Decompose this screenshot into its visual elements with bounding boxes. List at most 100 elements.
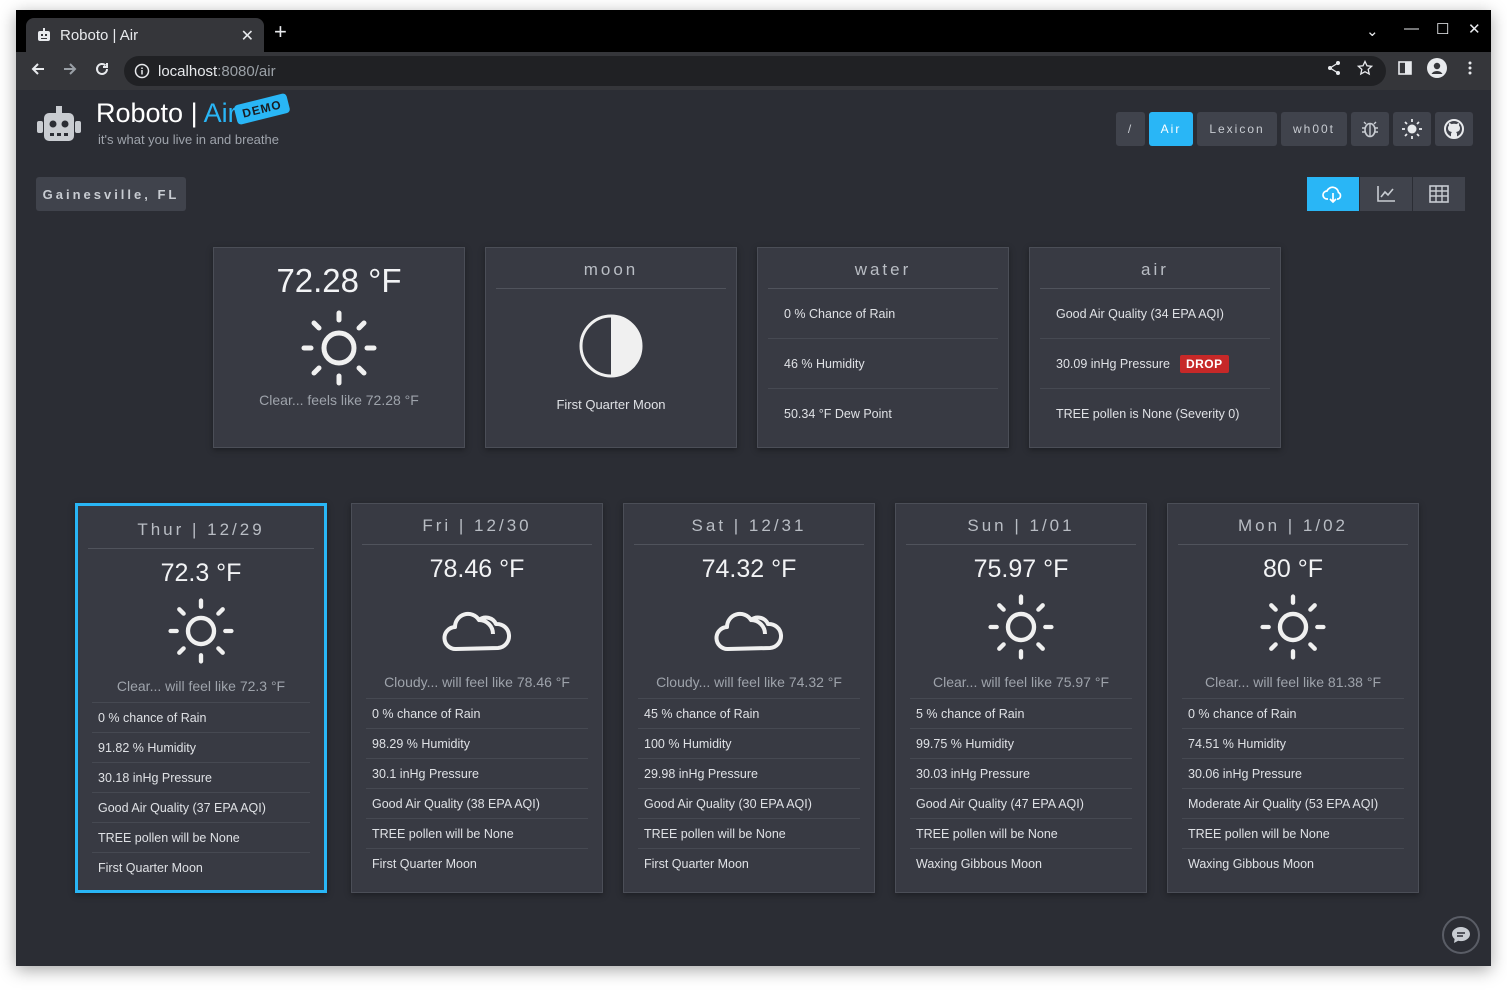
maximize-icon[interactable]: ☐: [1436, 20, 1449, 38]
top-nav: / Air Lexicon wh00t: [1116, 112, 1473, 146]
forecast-temp: 74.32 °F: [701, 555, 797, 583]
forward-icon[interactable]: [62, 61, 78, 77]
forecast-card-4[interactable]: Mon | 1/02 80 °F Clear... will feel like…: [1167, 503, 1419, 893]
forecast-aqi-row: Good Air Quality (37 EPA AQI): [92, 793, 310, 823]
cloud-icon: [442, 611, 511, 651]
forecast-description: Clear... will feel like 72.3 °F: [116, 678, 286, 694]
forecast-pressure-row: 29.98 inHg Pressure: [638, 759, 860, 789]
air-card: air Good Air Quality (34 EPA AQI) 30.09 …: [1029, 247, 1281, 448]
forecast-day: Sun | 1/01: [967, 516, 1075, 535]
tab-close-icon[interactable]: ✕: [241, 26, 254, 46]
nav-root-button[interactable]: /: [1116, 112, 1145, 146]
brand-app: Air: [203, 98, 237, 128]
share-icon[interactable]: [1326, 60, 1342, 76]
water-card-title: water: [854, 260, 912, 279]
reload-icon[interactable]: [94, 61, 110, 77]
forecast-pollen-row: TREE pollen will be None: [910, 819, 1132, 849]
forecast-day: Sat | 12/31: [691, 516, 807, 535]
forecast-card-2[interactable]: Sat | 12/31 74.32 °F Cloudy... will feel…: [623, 503, 875, 893]
sun-icon: [988, 594, 1054, 660]
air-quality-row: Good Air Quality (34 EPA AQI): [1040, 289, 1270, 339]
forecast-humidity-row: 98.29 % Humidity: [366, 729, 588, 759]
forecast-temp: 80 °F: [1262, 555, 1324, 583]
forecast-aqi-row: Good Air Quality (30 EPA AQI): [638, 789, 860, 819]
robot-favicon-icon: [38, 28, 50, 41]
forecast-aqi-row: Good Air Quality (47 EPA AQI): [910, 789, 1132, 819]
air-pollen-row: TREE pollen is None (Severity 0): [1056, 407, 1240, 421]
water-rain-row: 0 % Chance of Rain: [768, 289, 998, 339]
forecast-temp: 75.97 °F: [973, 555, 1069, 583]
bookmark-star-icon[interactable]: [1357, 60, 1373, 76]
github-icon: [1444, 119, 1464, 139]
forecast-description: Clear... will feel like 75.97 °F: [932, 674, 1109, 690]
nav-lexicon-button[interactable]: Lexicon: [1197, 112, 1277, 146]
cloud-icon: [714, 611, 783, 651]
forecast-humidity-row: 100 % Humidity: [638, 729, 860, 759]
current-temp-card: 72.28 °F Clear... feels like 72.28 °F: [213, 247, 465, 448]
forecast-moon-row: First Quarter Moon: [644, 857, 749, 871]
forecast-aqi-row: Moderate Air Quality (53 EPA AQI): [1182, 789, 1404, 819]
forecast-rain-row: 0 % chance of Rain: [366, 699, 588, 729]
brand-separator: |: [183, 98, 204, 128]
forecast-pressure-row: 30.1 inHg Pressure: [366, 759, 588, 789]
air-card-title: air: [1141, 260, 1169, 279]
site-info-icon[interactable]: [134, 63, 150, 79]
forecast-pollen-row: TREE pollen will be None: [638, 819, 860, 849]
forecast-pressure-row: 30.03 inHg Pressure: [910, 759, 1132, 789]
minimize-icon[interactable]: —: [1404, 20, 1419, 37]
profile-avatar-icon[interactable]: [1427, 58, 1447, 78]
side-panel-icon[interactable]: [1397, 60, 1413, 76]
forecast-description: Cloudy... will feel like 78.46 °F: [384, 674, 570, 690]
forecast-pressure-row: 30.06 inHg Pressure: [1182, 759, 1404, 789]
air-pressure-text: 30.09 inHg Pressure: [1056, 356, 1170, 371]
line-chart-icon: [1377, 186, 1395, 202]
view-current-button[interactable]: [1307, 177, 1360, 211]
tab-search-icon[interactable]: ⌄: [1366, 22, 1379, 40]
bug-icon: [1362, 121, 1378, 138]
forecast-pollen-row: TREE pollen will be None: [366, 819, 588, 849]
view-table-button[interactable]: [1413, 177, 1466, 211]
half-moon-icon: [579, 314, 643, 378]
nav-air-button[interactable]: Air: [1149, 112, 1193, 146]
sun-icon: [1260, 594, 1326, 660]
forecast-day: Thur | 12/29: [137, 520, 265, 539]
forecast-day: Mon | 1/02: [1237, 516, 1349, 535]
url-host: localhost: [158, 62, 218, 80]
browser-tab[interactable]: Roboto | Air ✕: [26, 18, 264, 52]
back-icon[interactable]: [30, 61, 46, 77]
debug-button[interactable]: [1351, 112, 1389, 146]
brand-name: Roboto: [96, 98, 184, 128]
github-button[interactable]: [1435, 112, 1473, 146]
forecast-temp: 72.3 °F: [160, 559, 242, 587]
location-selector[interactable]: Gainesville, FL: [36, 177, 186, 211]
moon-card: moon First Quarter Moon: [485, 247, 737, 448]
window-close-icon[interactable]: ✕: [1468, 20, 1481, 38]
chat-button[interactable]: [1442, 916, 1480, 954]
current-temp: 72.28 °F: [276, 262, 402, 299]
new-tab-button[interactable]: +: [274, 21, 287, 43]
app-title: Roboto | Air: [96, 98, 237, 129]
forecast-moon-row: Waxing Gibbous Moon: [916, 857, 1042, 871]
forecast-pollen-row: TREE pollen will be None: [92, 823, 310, 853]
forecast-moon-row: Waxing Gibbous Moon: [1188, 857, 1314, 871]
forecast-description: Clear... will feel like 81.38 °F: [1204, 674, 1381, 690]
forecast-card-1[interactable]: Fri | 12/30 78.46 °F Cloudy... will feel…: [351, 503, 603, 893]
forecast-temp: 78.46 °F: [429, 555, 525, 583]
nav-whoot-button[interactable]: wh00t: [1281, 112, 1347, 146]
forecast-rain-row: 45 % chance of Rain: [638, 699, 860, 729]
theme-toggle-button[interactable]: [1393, 112, 1431, 146]
url-path: :8080/air: [217, 62, 276, 80]
forecast-card-3[interactable]: Sun | 1/01 75.97 °F Clear... will feel l…: [895, 503, 1147, 893]
pressure-drop-badge: DROP: [1179, 354, 1229, 373]
table-icon: [1429, 185, 1449, 203]
tab-bar: Roboto | Air ✕ + ⌄ — ☐ ✕: [16, 10, 1491, 52]
forecast-card-0[interactable]: Thur | 12/29 72.3 °F Clear... will feel …: [75, 503, 327, 893]
browser-menu-icon[interactable]: [1462, 60, 1478, 76]
url-input[interactable]: localhost:8080/air: [124, 56, 1386, 86]
current-description: Clear... feels like 72.28 °F: [259, 392, 419, 408]
forecast-aqi-row: Good Air Quality (38 EPA AQI): [366, 789, 588, 819]
forecast-humidity-row: 91.82 % Humidity: [92, 733, 310, 763]
forecast-moon-row: First Quarter Moon: [98, 861, 203, 875]
view-chart-button[interactable]: [1360, 177, 1413, 211]
moon-phase: First Quarter Moon: [556, 397, 666, 412]
